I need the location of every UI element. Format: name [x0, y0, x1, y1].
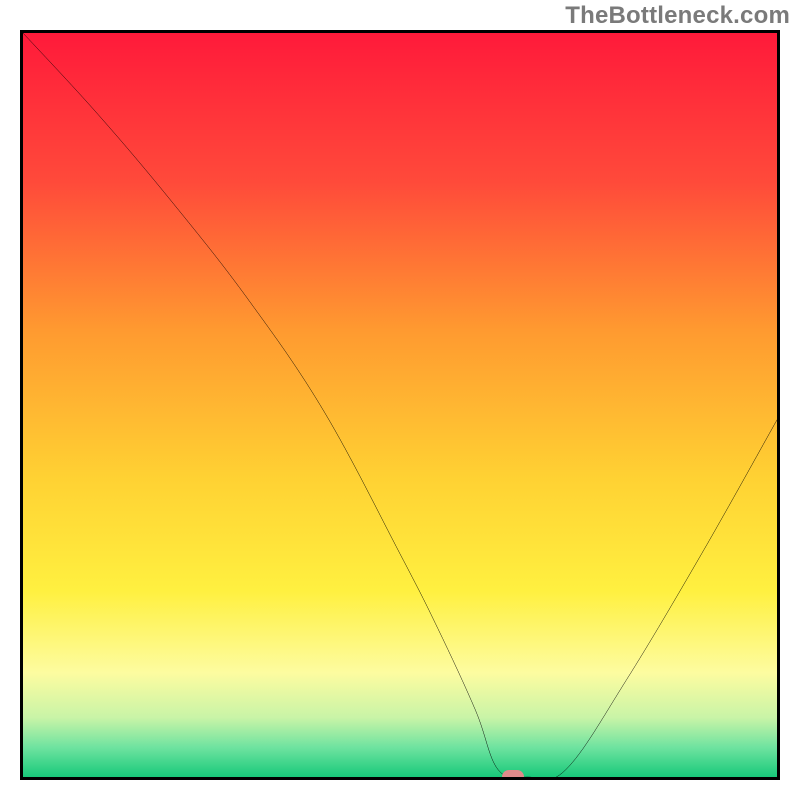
watermark-text: TheBottleneck.com [565, 2, 790, 30]
chart-curve [23, 33, 777, 777]
optimal-marker [502, 770, 524, 780]
chart-plot-area [20, 30, 780, 780]
